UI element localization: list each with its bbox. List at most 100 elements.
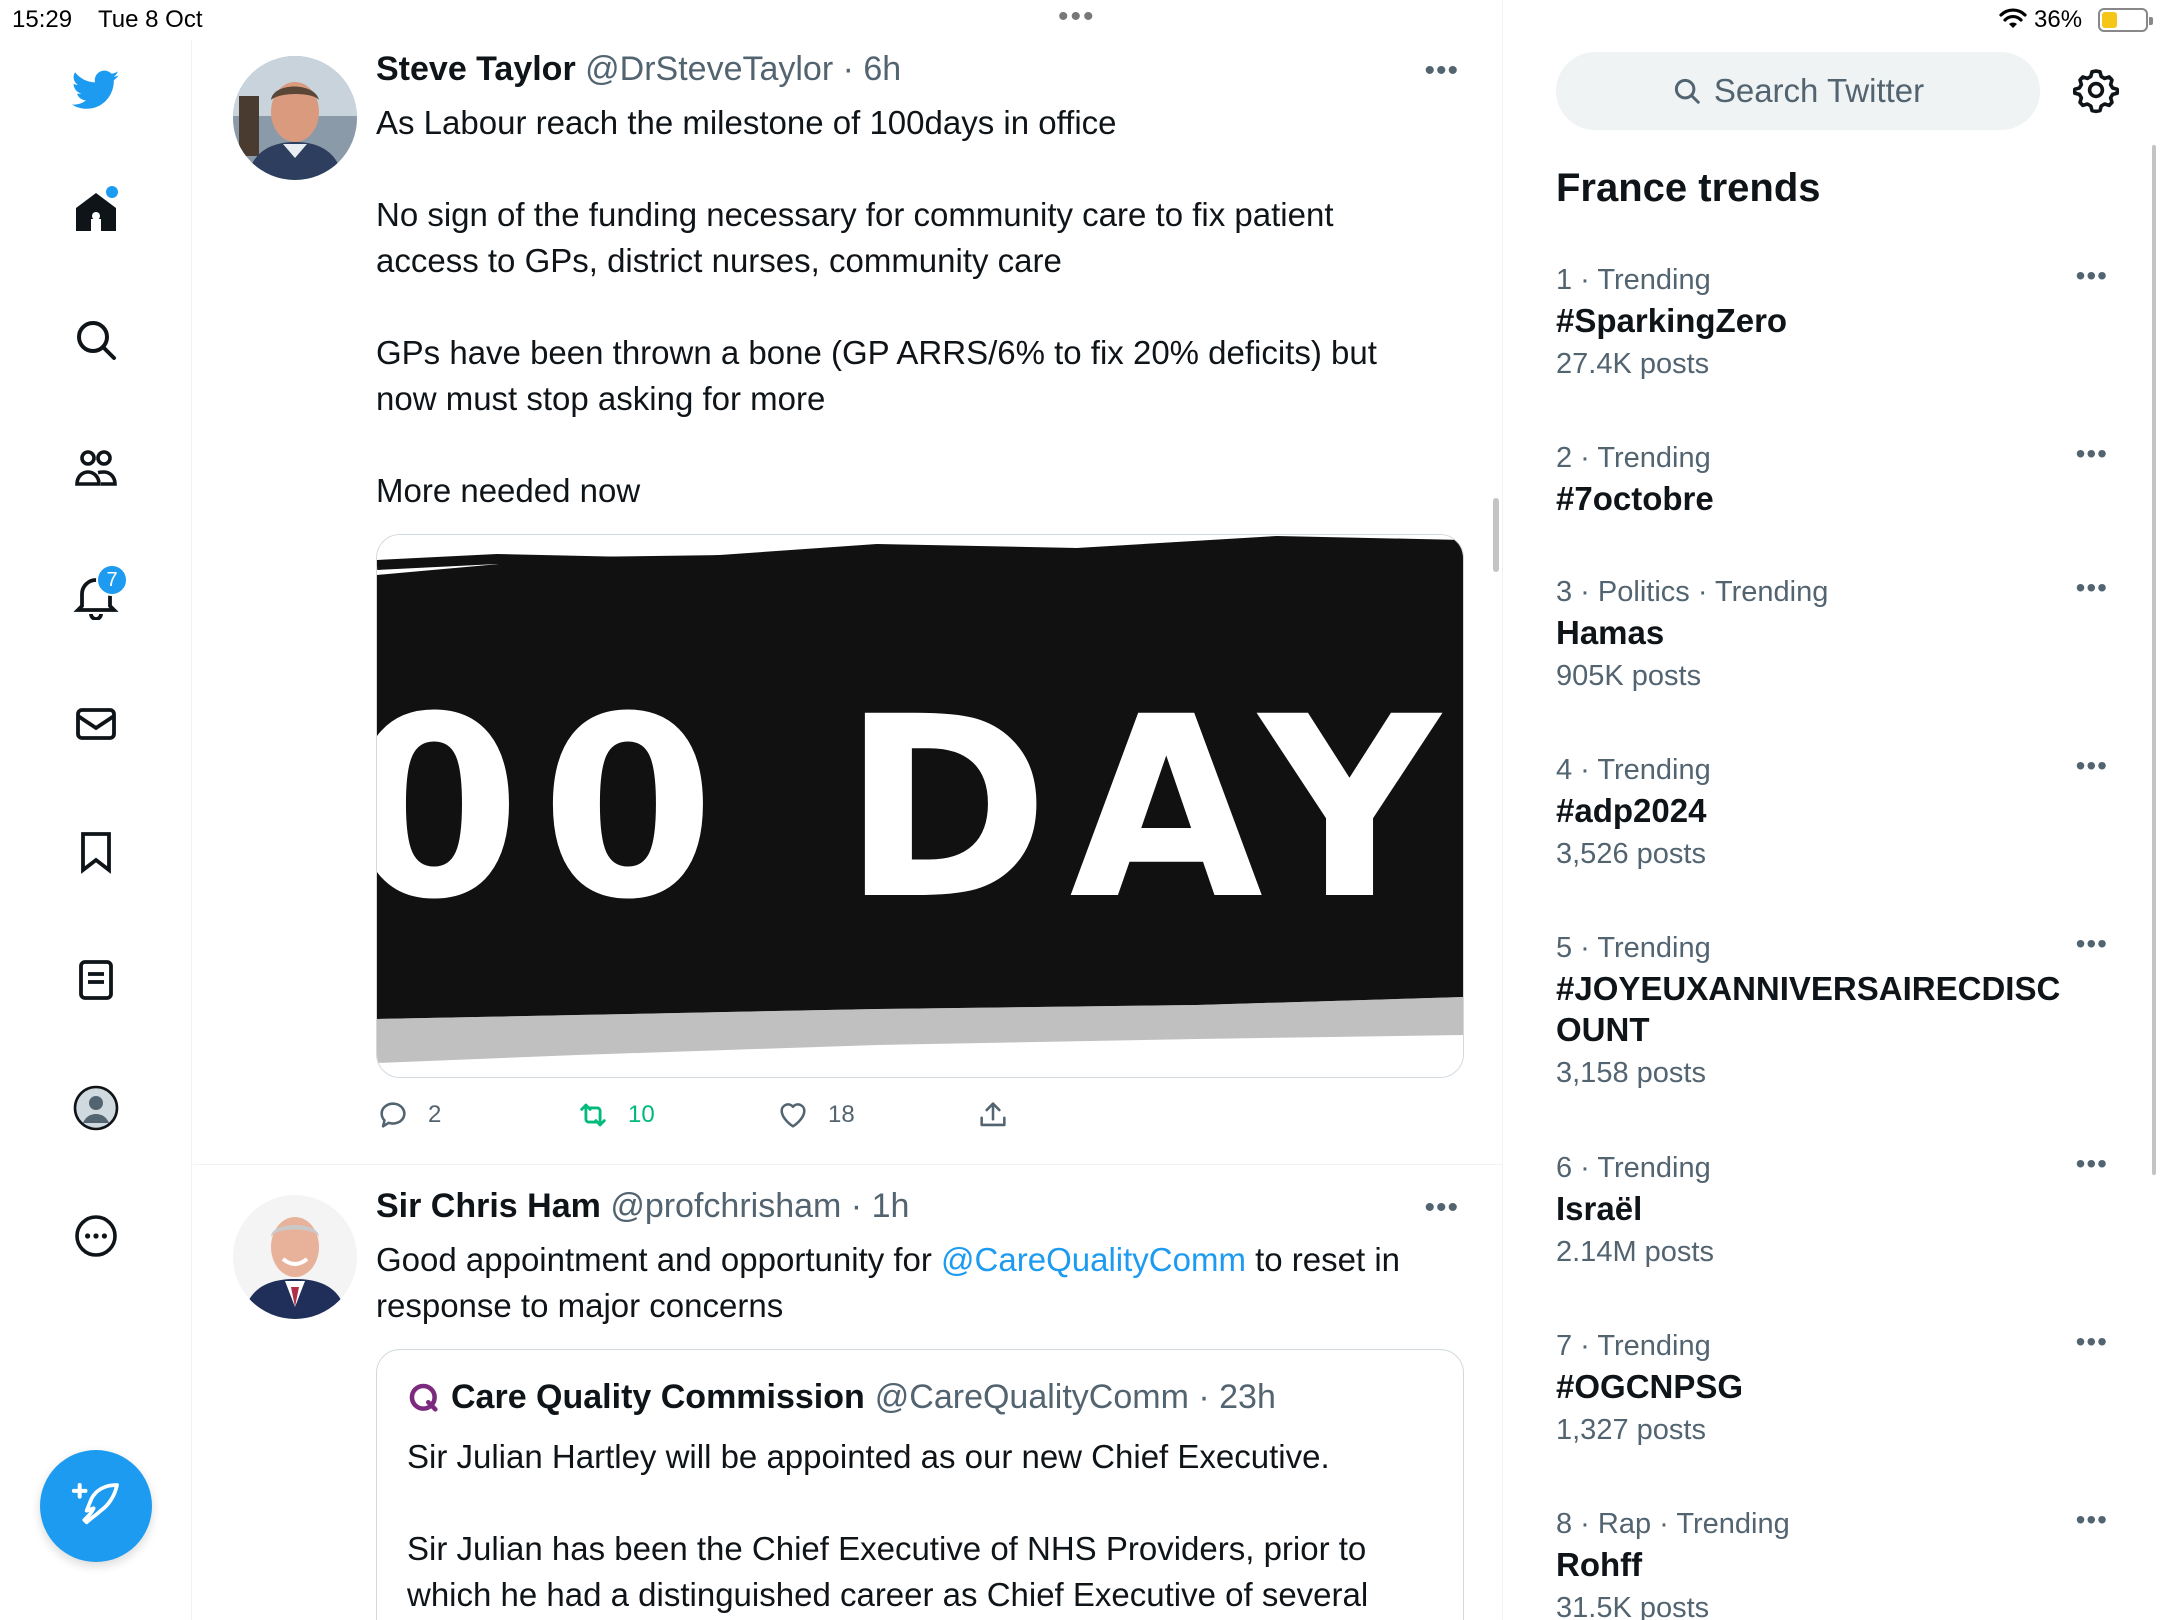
- quote-author-handle[interactable]: @CareQualityComm: [875, 1378, 1189, 1416]
- search-placeholder: Search Twitter: [1713, 72, 1925, 109]
- trend-more-icon[interactable]: •••: [2076, 750, 2108, 782]
- left-nav: 7: [0, 40, 192, 1620]
- trend-topic: #JOYEUXANNIVERSAIRECDISCOUNT: [1556, 970, 2061, 1048]
- like-button[interactable]: 18: [776, 1098, 855, 1132]
- quoted-tweet[interactable]: Care Quality Commission @CareQualityComm…: [376, 1349, 1464, 1620]
- tweet-author-handle[interactable]: @profchrisham: [610, 1187, 841, 1225]
- quote-text-line: Sir Julian Hartley will be appointed as …: [407, 1438, 1330, 1475]
- tweet[interactable]: Sir Chris Ham @profchrisham · 1h ••• Goo…: [193, 1164, 1502, 1620]
- timeline: Steve Taylor @DrSteveTaylor · 6h ••• As …: [193, 0, 1503, 1620]
- trend-item[interactable]: 4 · Trending #adp2024 3,526 posts •••: [1556, 750, 2116, 877]
- timeline-scrollbar[interactable]: [1493, 498, 1499, 572]
- share-button[interactable]: [976, 1098, 1010, 1132]
- tweet-text-line: [376, 284, 1436, 330]
- reply-icon: [380, 1102, 406, 1128]
- trend-more-icon[interactable]: •••: [2076, 928, 2108, 960]
- bell-icon[interactable]: 7: [66, 564, 128, 626]
- trend-item[interactable]: 8 · Rap · Trending Rohff 31.5K posts •••: [1556, 1504, 2116, 1620]
- trend-topic: #adp2024: [1556, 792, 1707, 829]
- trend-topic: Hamas: [1556, 614, 1665, 651]
- tweet-separator: ·: [833, 50, 864, 88]
- trend-meta: 6 · Trending: [1556, 1152, 1711, 1184]
- quote-author-name[interactable]: Care Quality Commission: [451, 1378, 865, 1417]
- trend-posts: 27.4K posts: [1556, 348, 1710, 380]
- tweet-text-line: [376, 146, 1436, 192]
- avatar[interactable]: [233, 1195, 357, 1319]
- trend-meta: 7 · Trending: [1556, 1330, 1711, 1362]
- tweet-media-image[interactable]: 00 DAY: [376, 534, 1464, 1078]
- tweet-text-line: [376, 422, 1436, 468]
- quote-text-line: Sir Julian has been the Chief Executive …: [407, 1530, 1369, 1613]
- tweet[interactable]: Steve Taylor @DrSteveTaylor · 6h ••• As …: [193, 0, 1502, 1164]
- profile-icon[interactable]: [66, 1078, 126, 1138]
- reply-button[interactable]: 2: [376, 1098, 441, 1132]
- lists-icon[interactable]: [66, 950, 126, 1010]
- notifications-badge: 7: [96, 564, 128, 596]
- trend-item[interactable]: 2 · Trending #7octobre •••: [1556, 438, 2116, 519]
- trend-posts: 2.14M posts: [1556, 1236, 1714, 1268]
- tweet-author-name[interactable]: Sir Chris Ham: [376, 1187, 601, 1225]
- tweet-author-name[interactable]: Steve Taylor: [376, 50, 576, 88]
- tweet-separator: ·: [841, 1187, 872, 1225]
- trend-topic: Rohff: [1556, 1546, 1643, 1583]
- tweet-text: Good appointment and opportunity for @Ca…: [376, 1237, 1436, 1329]
- quote-text-line: [407, 1480, 1437, 1526]
- trend-item[interactable]: 1 · Trending #SparkingZero 27.4K posts •…: [1556, 260, 2116, 387]
- tweet-text-line: As Labour reach the milestone of 100days…: [376, 104, 1117, 141]
- tweet-text-line: GPs have been thrown a bone (GP ARRS/6% …: [376, 334, 1377, 417]
- quote-time: 23h: [1219, 1378, 1276, 1416]
- trend-more-icon[interactable]: •••: [2076, 1326, 2108, 1358]
- bookmark-icon[interactable]: [66, 822, 126, 882]
- more-circle-icon[interactable]: [66, 1206, 126, 1266]
- tweet-author-handle[interactable]: @DrSteveTaylor: [585, 50, 833, 88]
- retweet-icon: [580, 1103, 606, 1127]
- tweet-more-icon[interactable]: •••: [1424, 54, 1459, 88]
- twitter-bird-icon[interactable]: [66, 60, 126, 120]
- trend-item[interactable]: 3 · Politics · Trending Hamas 905K posts…: [1556, 572, 2116, 699]
- trend-posts: 3,158 posts: [1556, 1057, 1706, 1089]
- trend-posts: 1,327 posts: [1556, 1414, 1706, 1446]
- trend-meta: 2 · Trending: [1556, 442, 1711, 474]
- trend-item[interactable]: 5 · Trending #JOYEUXANNIVERSAIRECDISCOUN…: [1556, 928, 2116, 1096]
- trend-posts: 31.5K posts: [1556, 1592, 1710, 1620]
- trend-meta: 1 · Trending: [1556, 264, 1711, 296]
- tweet-time[interactable]: 6h: [863, 50, 901, 88]
- trend-posts: 905K posts: [1556, 660, 1702, 692]
- right-sidebar: Search Twitter France trends 1 · Trendin…: [1504, 0, 2160, 1620]
- trend-more-icon[interactable]: •••: [2076, 1148, 2108, 1180]
- quote-text: Sir Julian Hartley will be appointed as …: [407, 1434, 1437, 1618]
- trend-topic: #SparkingZero: [1556, 302, 1788, 339]
- share-icon: [980, 1102, 1006, 1127]
- search-field[interactable]: Search Twitter: [1556, 52, 2040, 130]
- retweet-button[interactable]: 10: [576, 1098, 655, 1132]
- avatar[interactable]: [233, 56, 357, 180]
- gear-icon[interactable]: [2072, 66, 2120, 114]
- tweet-time[interactable]: 1h: [872, 1187, 910, 1225]
- communities-icon[interactable]: [66, 438, 126, 498]
- compose-feather-icon: [71, 1483, 119, 1525]
- mail-icon[interactable]: [66, 694, 126, 754]
- mention-link[interactable]: @CareQualityComm: [941, 1241, 1246, 1278]
- trends-title: France trends: [1556, 166, 1821, 210]
- tweet-text: As Labour reach the milestone of 100days…: [376, 100, 1436, 514]
- status-date: Tue 8 Oct: [98, 6, 203, 33]
- trend-item[interactable]: 7 · Trending #OGCNPSG 1,327 posts •••: [1556, 1326, 2116, 1453]
- search-icon: [1674, 78, 1700, 104]
- trend-item[interactable]: 6 · Trending Israël 2.14M posts •••: [1556, 1148, 2116, 1275]
- compose-tweet-button[interactable]: [40, 1450, 152, 1562]
- trend-more-icon[interactable]: •••: [2076, 260, 2108, 292]
- trend-more-icon[interactable]: •••: [2076, 572, 2108, 604]
- tweet-text-line: No sign of the funding necessary for com…: [376, 196, 1334, 279]
- trend-more-icon[interactable]: •••: [2076, 438, 2108, 470]
- tweet-text-part: Good appointment and opportunity for: [376, 1241, 942, 1278]
- trend-more-icon[interactable]: •••: [2076, 1504, 2108, 1536]
- sidebar-scrollbar[interactable]: [2152, 145, 2156, 1175]
- quote-separator: ·: [1188, 1378, 1220, 1416]
- trend-meta: 5 · Trending: [1556, 932, 1711, 964]
- search-icon[interactable]: [66, 310, 126, 370]
- trend-meta: 8 · Rap · Trending: [1556, 1508, 1790, 1540]
- home-icon[interactable]: [66, 182, 126, 242]
- tweet-more-icon[interactable]: •••: [1424, 1191, 1459, 1225]
- cqc-logo-icon: [409, 1383, 438, 1412]
- heart-icon: [780, 1103, 806, 1128]
